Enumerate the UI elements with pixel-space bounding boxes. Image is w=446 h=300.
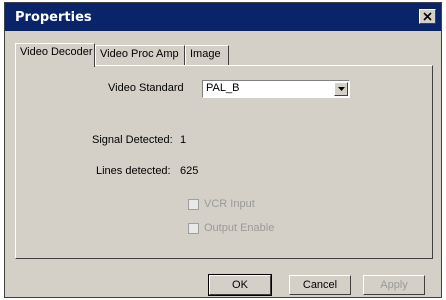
video-standard-value: PAL_B	[206, 82, 240, 94]
signal-detected-value: 1	[180, 134, 187, 146]
video-standard-select[interactable]: PAL_B	[202, 80, 350, 98]
chevron-down-icon	[337, 87, 345, 91]
lines-detected-label: Lines detected:	[96, 165, 171, 177]
checkbox-box	[188, 198, 199, 210]
output-enable-label: Output Enable	[204, 222, 275, 234]
signal-detected-label: Signal Detected:	[92, 134, 173, 146]
output-enable-checkbox[interactable]: Output Enable	[188, 222, 274, 234]
vcr-input-checkbox[interactable]: VCR Input	[188, 198, 255, 210]
video-decoder-panel: Video Standard PAL_B Signal Detected: 1 …	[15, 65, 433, 259]
lines-detected-value: 625	[180, 165, 199, 177]
tab-label: Image	[190, 48, 221, 60]
cancel-label: Cancel	[302, 279, 338, 291]
cancel-button[interactable]: Cancel	[289, 275, 351, 295]
close-button[interactable]	[419, 9, 436, 24]
tab-video-proc-amp[interactable]: Video Proc Amp	[95, 45, 185, 65]
vcr-input-label: VCR Input	[204, 198, 255, 210]
apply-label: Apply	[380, 279, 408, 291]
ok-label: OK	[232, 279, 248, 291]
tab-video-decoder[interactable]: Video Decoder	[15, 43, 95, 67]
tab-label: Video Proc Amp	[100, 48, 179, 60]
window-title: Properties	[15, 10, 92, 25]
ok-button[interactable]: OK	[208, 274, 272, 296]
properties-dialog: Properties Video Decoder Video Proc Amp …	[4, 2, 442, 298]
tab-label: Video Decoder	[20, 46, 93, 58]
tab-image[interactable]: Image	[185, 45, 229, 65]
video-standard-label: Video Standard	[108, 82, 184, 94]
dropdown-arrow-button[interactable]	[334, 82, 348, 96]
title-bar: Properties	[5, 3, 441, 31]
checkbox-box	[188, 222, 199, 234]
close-icon	[423, 12, 432, 21]
apply-button[interactable]: Apply	[363, 275, 425, 295]
